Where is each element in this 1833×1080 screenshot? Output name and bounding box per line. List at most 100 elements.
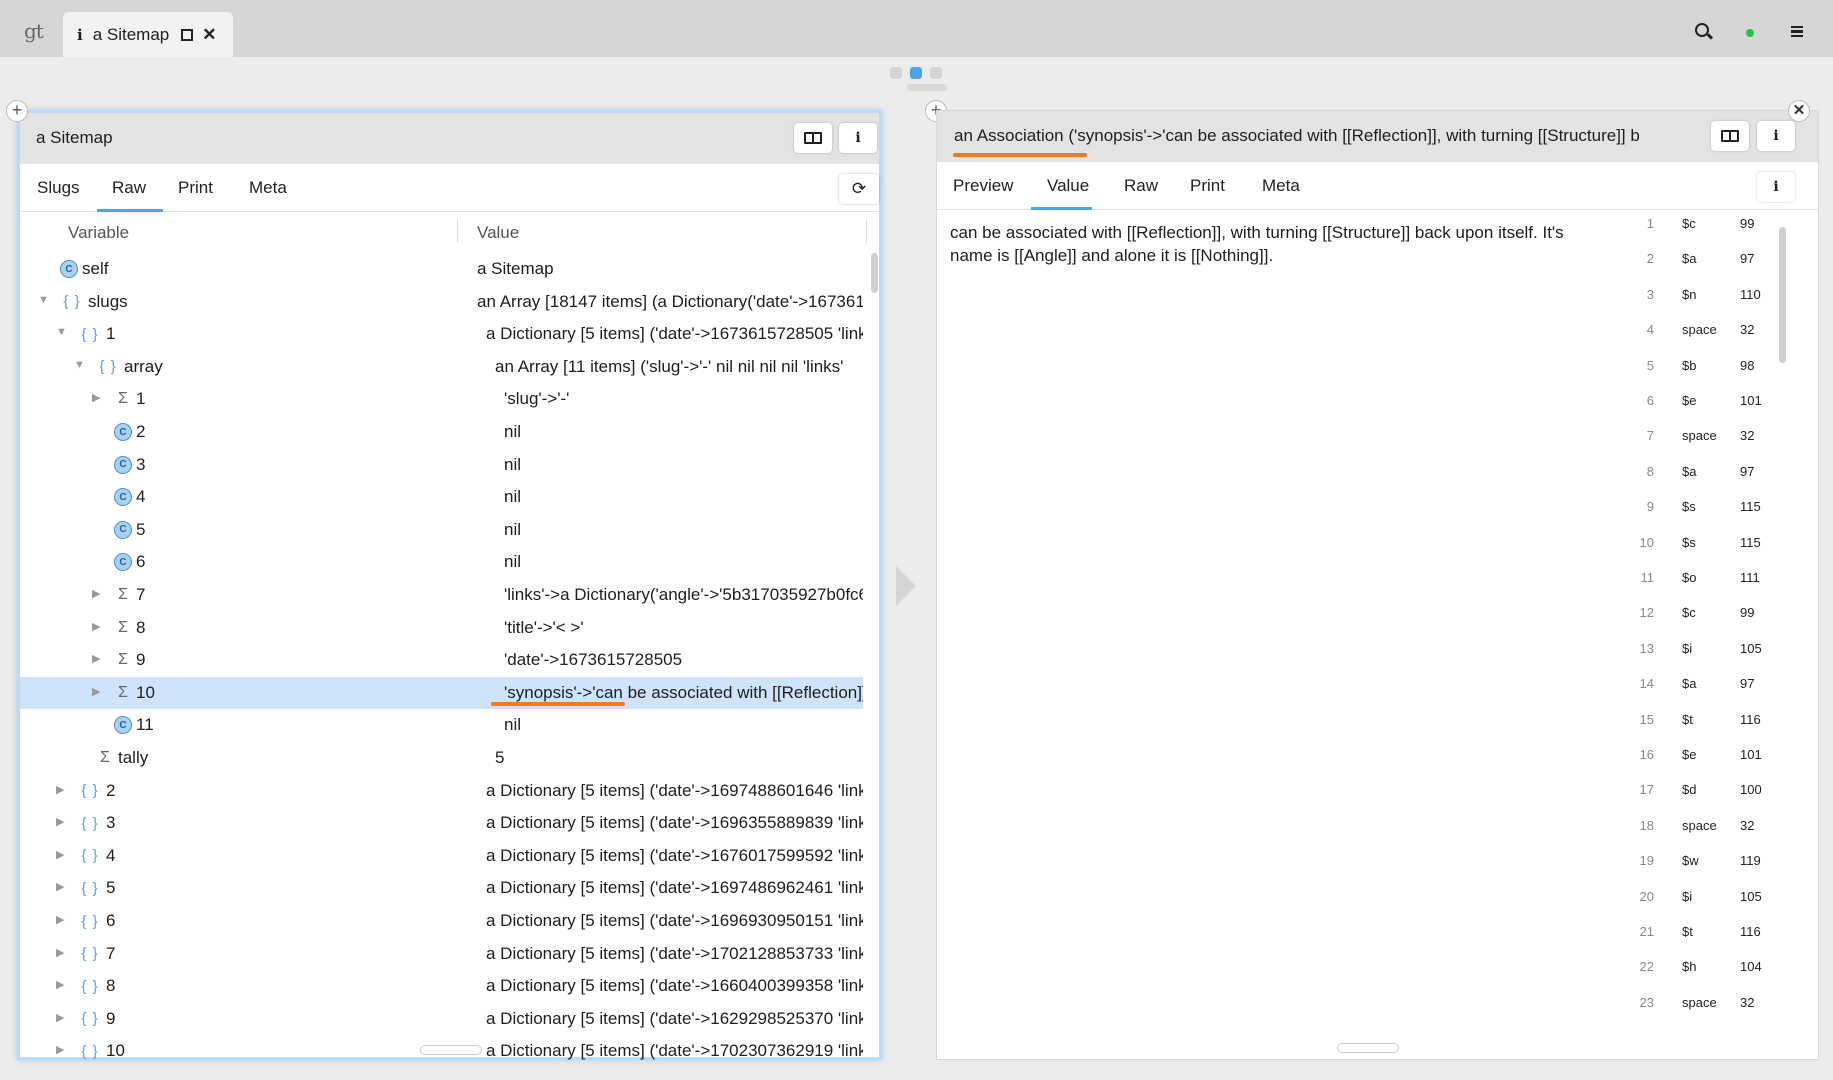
expand-arrow-icon[interactable]: ▶ xyxy=(92,391,100,404)
tab-meta[interactable]: Meta xyxy=(249,178,287,198)
tree-row[interactable]: ▶ { } 5 a Dictionary [5 items] ('date'->169… xyxy=(20,872,863,904)
book-button[interactable] xyxy=(1711,121,1749,151)
character-row[interactable]: 2 $a 97 xyxy=(937,251,1777,281)
character-row[interactable]: 21 $t 116 xyxy=(937,924,1777,954)
expand-arrow-icon[interactable]: ▶ xyxy=(56,815,64,828)
character-row[interactable]: 22 $h 104 xyxy=(937,959,1777,989)
tree-row[interactable]: ▶ { } 6 a Dictionary [5 items] ('date'->169… xyxy=(20,905,863,937)
tree-row[interactable]: ▶ { } 3 a Dictionary [5 items] ('date'->169… xyxy=(20,807,863,839)
tree-row[interactable]: C 3 nil xyxy=(20,449,863,481)
character-row[interactable]: 4 space 32 xyxy=(937,322,1777,352)
close-tab-icon[interactable]: ✕ xyxy=(202,25,216,45)
collapse-arrow-icon[interactable]: ▼ xyxy=(38,294,49,306)
tree-row[interactable]: ▶ { } 8 a Dictionary [5 items] ('date'->166… xyxy=(20,970,863,1002)
hamburger-menu-icon[interactable] xyxy=(1791,26,1803,37)
character-row[interactable]: 3 $n 110 xyxy=(937,287,1777,317)
tree-row[interactable]: ▼ { } slugs an Array [18147 items] (a Dicti… xyxy=(20,286,863,318)
gt-logo[interactable]: gt xyxy=(24,19,44,43)
pager-dot-3[interactable] xyxy=(930,67,942,79)
pager-dot-1[interactable] xyxy=(890,67,902,79)
refresh-button[interactable]: ⟳ xyxy=(839,174,879,204)
pane-navigation-arrow[interactable] xyxy=(896,566,916,606)
tree-row[interactable]: ▶ Σ 9 'date'->1673615728505 xyxy=(20,644,863,676)
pager-scroll-bar[interactable] xyxy=(907,84,947,91)
status-dot-icon[interactable] xyxy=(1746,29,1754,37)
tree-row[interactable]: Cself a Sitemap xyxy=(20,253,863,285)
tree-row[interactable]: ▶ Σ 1 'slug'->'-' xyxy=(20,383,863,415)
character-row[interactable]: 11 $o 111 xyxy=(937,570,1777,600)
expand-arrow-icon[interactable]: ▶ xyxy=(56,880,64,893)
character-row[interactable]: 20 $i 105 xyxy=(937,889,1777,919)
character-row[interactable]: 23 space 32 xyxy=(937,995,1777,1025)
vertical-scrollbar[interactable] xyxy=(1779,227,1786,363)
character-row[interactable]: 17 $d 100 xyxy=(937,782,1777,812)
expand-arrow-icon[interactable]: ▶ xyxy=(92,587,100,600)
tab-raw[interactable]: Raw xyxy=(112,178,146,198)
tree-row[interactable]: ▶ Σ 8 'title'->'< >' xyxy=(20,612,863,644)
expand-arrow-icon[interactable]: ▶ xyxy=(56,1043,64,1056)
expand-arrow-icon[interactable]: ▶ xyxy=(92,652,100,665)
tree-row[interactable]: ▶ { } 2 a Dictionary [5 items] ('date'->169… xyxy=(20,775,863,807)
character-row[interactable]: 16 $e 101 xyxy=(937,747,1777,777)
tree-row[interactable]: ▼ { } 1 a Dictionary [5 items] ('date'->167… xyxy=(20,318,863,350)
tree-row[interactable]: Σtally 5 xyxy=(20,742,863,774)
tree-row[interactable]: C 11 nil xyxy=(20,709,863,741)
info-button[interactable]: i xyxy=(1757,121,1795,151)
tab-value[interactable]: Value xyxy=(1047,176,1089,196)
pager-dot-2[interactable] xyxy=(910,67,922,79)
column-divider[interactable] xyxy=(457,219,458,243)
add-pane-left-button[interactable]: + xyxy=(6,100,28,122)
horizontal-scrollbar[interactable] xyxy=(420,1045,482,1055)
tree-row[interactable]: C 5 nil xyxy=(20,514,863,546)
character-row[interactable]: 6 $e 101 xyxy=(937,393,1777,423)
tree-row[interactable]: ▶ Σ 7 'links'->a Dictionary('angle'->'5b317… xyxy=(20,579,863,611)
column-variable[interactable]: Variable xyxy=(68,223,129,243)
character-row[interactable]: 10 $s 115 xyxy=(937,535,1777,565)
window-tab[interactable]: i a Sitemap ✕ xyxy=(63,12,233,57)
character-row[interactable]: 12 $c 99 xyxy=(937,605,1777,635)
character-row[interactable]: 8 $a 97 xyxy=(937,464,1777,494)
expand-arrow-icon[interactable]: ▶ xyxy=(56,913,64,926)
character-row[interactable]: 15 $t 116 xyxy=(937,712,1777,742)
expand-arrow-icon[interactable]: ▶ xyxy=(92,685,100,698)
character-row[interactable]: 9 $s 115 xyxy=(937,499,1777,529)
tab-meta[interactable]: Meta xyxy=(1262,176,1300,196)
tree-row[interactable]: ▶ { } 4 a Dictionary [5 items] ('date'->167… xyxy=(20,840,863,872)
character-row[interactable]: 19 $w 119 xyxy=(937,853,1777,883)
vertical-scrollbar[interactable] xyxy=(871,253,878,293)
tab-print[interactable]: Print xyxy=(1190,176,1225,196)
character-row[interactable]: 5 $b 98 xyxy=(937,358,1777,388)
expand-arrow-icon[interactable]: ▶ xyxy=(56,1011,64,1024)
collapse-arrow-icon[interactable]: ▼ xyxy=(74,359,85,371)
tree-row[interactable]: C 6 nil xyxy=(20,546,863,578)
character-row[interactable]: 1 $c 99 xyxy=(937,216,1777,246)
expand-arrow-icon[interactable]: ▶ xyxy=(56,783,64,796)
expand-arrow-icon[interactable]: ▶ xyxy=(56,848,64,861)
expand-arrow-icon[interactable]: ▶ xyxy=(56,978,64,991)
tab-raw[interactable]: Raw xyxy=(1124,176,1158,196)
tree-row[interactable]: ▶ { } 7 a Dictionary [5 items] ('date'->170… xyxy=(20,938,863,970)
expand-arrow-icon[interactable]: ▶ xyxy=(92,620,100,633)
tree-row[interactable]: C 4 nil xyxy=(20,481,863,513)
tab-print[interactable]: Print xyxy=(178,178,213,198)
tab-slugs[interactable]: Slugs xyxy=(37,178,80,198)
maximize-icon[interactable] xyxy=(181,28,194,41)
expand-arrow-icon[interactable]: ▶ xyxy=(56,946,64,959)
tree-row[interactable]: ▶ { } 9 a Dictionary [5 items] ('date'->162… xyxy=(20,1003,863,1035)
character-row[interactable]: 18 space 32 xyxy=(937,818,1777,848)
column-divider-end[interactable] xyxy=(866,219,867,243)
tab-preview[interactable]: Preview xyxy=(953,176,1013,196)
column-value[interactable]: Value xyxy=(477,223,519,243)
tree-row[interactable]: ▼ { } array an Array [11 items] ('slug'->'-… xyxy=(20,351,863,383)
info-button[interactable]: i xyxy=(839,123,877,153)
tree-row[interactable]: ▶ Σ 10 'synopsis'->'can be associated with … xyxy=(20,676,863,709)
close-pane-button[interactable]: ✕ xyxy=(1788,100,1810,122)
collapse-arrow-icon[interactable]: ▼ xyxy=(56,326,67,338)
info-button-tabs[interactable]: i xyxy=(1757,172,1795,202)
character-row[interactable]: 14 $a 97 xyxy=(937,676,1777,706)
tree-row[interactable]: C 2 nil xyxy=(20,416,863,448)
character-row[interactable]: 7 space 32 xyxy=(937,428,1777,458)
character-row[interactable]: 13 $i 105 xyxy=(937,641,1777,671)
search-icon[interactable] xyxy=(1695,23,1709,37)
horizontal-scrollbar[interactable] xyxy=(1337,1043,1399,1053)
